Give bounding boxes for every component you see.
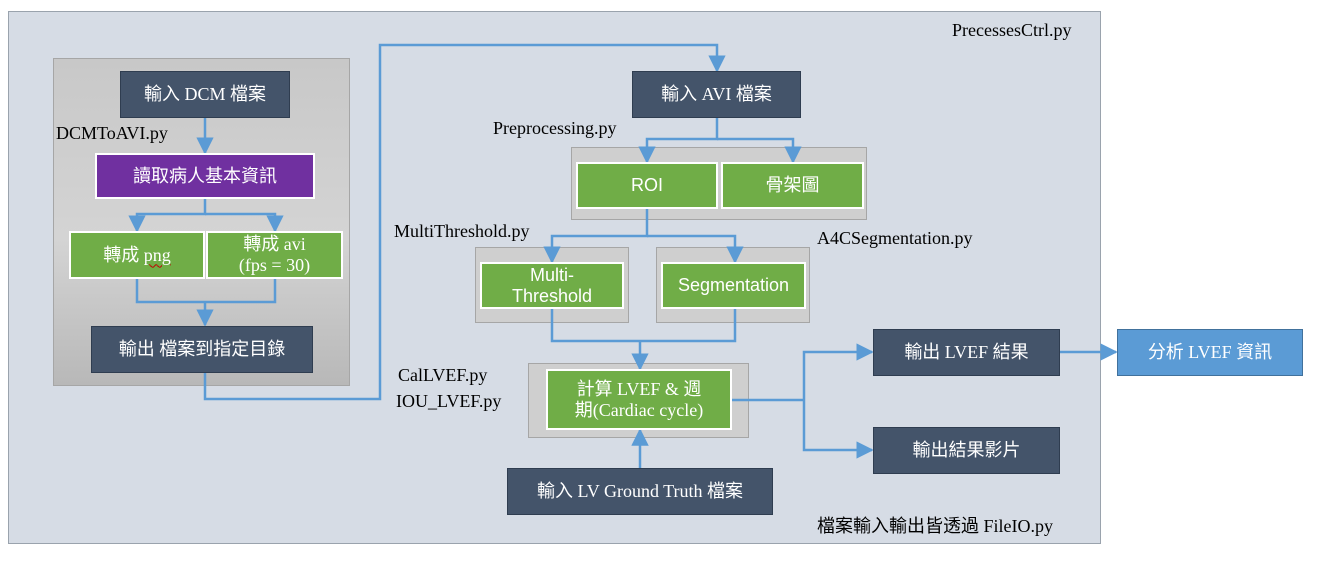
input-avi-text: 輸入 AVI 檔案 (661, 84, 772, 105)
output-lvef-result-box: 輸出 LVEF 結果 (873, 329, 1060, 376)
to-png-prefix-text: 轉成 (103, 244, 144, 265)
analyze-lvef-box: 分析 LVEF 資訊 (1117, 329, 1303, 376)
processes-ctrl-label: PrecessesCtrl.py (952, 20, 1072, 40)
segmentation-text: Segmentation (677, 275, 790, 296)
iou-lvef-label: IOU_LVEF.py (396, 391, 502, 411)
roi-box: ROI (576, 162, 718, 209)
calc-lvef-line1: 計算 LVEF & 週 (576, 378, 702, 399)
analyze-lvef-text: 分析 LVEF 資訊 (1147, 342, 1273, 363)
input-dcm-box: 輸入 DCM 檔案 (120, 71, 290, 118)
input-lv-gt-box: 輸入 LV Ground Truth 檔案 (507, 468, 773, 515)
input-dcm-text: 輸入 DCM 檔案 (143, 84, 266, 105)
input-lv-gt-text: 輸入 LV Ground Truth 檔案 (536, 481, 744, 502)
to-avi-line1: 轉成 avi (243, 234, 306, 255)
calc-lvef-line2: 期(Cardiac cycle) (574, 399, 704, 420)
skeleton-text: 骨架圖 (765, 175, 820, 196)
segmentation-box: Segmentation (661, 262, 806, 309)
read-patient-info-text: 讀取病人基本資訊 (133, 165, 277, 186)
a4c-segmentation-label: A4CSegmentation.py (817, 228, 973, 248)
multi-threshold-line1: Multi- (530, 264, 574, 285)
output-to-dir-box: 輸出 檔案到指定目錄 (91, 326, 313, 373)
to-avi-box: 轉成 avi (fps = 30) (206, 231, 343, 279)
output-lvef-result-text: 輸出 LVEF 結果 (904, 342, 1029, 363)
output-result-video-box: 輸出結果影片 (873, 427, 1060, 474)
to-png-box: 轉成 png (69, 231, 205, 279)
output-result-video-text: 輸出結果影片 (912, 440, 1021, 461)
multi-threshold-file-label: MultiThreshold.py (394, 221, 530, 241)
multi-threshold-line2: Threshold (511, 285, 593, 306)
read-patient-info-box: 讀取病人基本資訊 (95, 153, 315, 199)
cal-lvef-label: CalLVEF.py (398, 365, 488, 385)
multi-threshold-box: Multi- Threshold (480, 262, 624, 309)
preprocessing-label: Preprocessing.py (493, 118, 617, 138)
calc-lvef-box: 計算 LVEF & 週 期(Cardiac cycle) (546, 369, 732, 430)
to-avi-line2: (fps = 30) (238, 255, 311, 275)
to-png-word-text: png (143, 244, 171, 265)
file-io-label: 檔案輸入輸出皆透過 FileIO.py (817, 516, 1053, 536)
roi-text: ROI (630, 175, 663, 196)
dcm-to-avi-label: DCMToAVI.py (56, 123, 168, 143)
output-to-dir-text: 輸出 檔案到指定目錄 (118, 339, 286, 360)
skeleton-box: 骨架圖 (721, 162, 864, 209)
input-avi-box: 輸入 AVI 檔案 (632, 71, 801, 118)
